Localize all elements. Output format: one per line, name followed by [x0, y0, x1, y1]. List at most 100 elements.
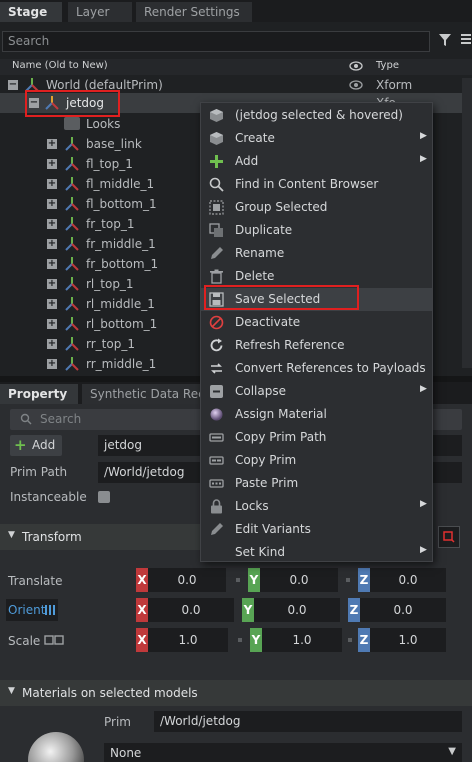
plus-icon	[210, 155, 223, 168]
menu-item-set-kind[interactable]: Set Kind ▶	[201, 541, 432, 564]
menu-item-label: Assign Material	[235, 407, 327, 421]
menu-item-duplicate[interactable]: Duplicate	[201, 219, 432, 242]
menu-item-paste-prim[interactable]: Paste Prim	[201, 472, 432, 495]
tab-property[interactable]: Property	[0, 384, 78, 404]
menu-item-refresh-reference[interactable]: Refresh Reference	[201, 334, 432, 357]
expand-toggle-icon[interactable]: +	[47, 259, 57, 269]
filter-icon[interactable]	[438, 32, 454, 50]
menu-item-add[interactable]: Add ▶	[201, 150, 432, 173]
tab-stage[interactable]: Stage	[0, 2, 62, 22]
scale-z-field[interactable]: 1.0	[370, 628, 446, 652]
menu-item-label: Copy Prim Path	[235, 430, 327, 444]
collapse-toggle-icon[interactable]: −	[8, 80, 18, 90]
y-axis-badge: Y	[242, 598, 254, 622]
menu-item-locks[interactable]: Locks ▶	[201, 495, 432, 518]
menu-item-create[interactable]: Create ▶	[201, 127, 432, 150]
tree-label: fl_top_1	[86, 157, 133, 171]
material-prim-field[interactable]: /World/jetdog	[154, 711, 462, 732]
menu-item-copy-prim-path[interactable]: Copy Prim Path	[201, 426, 432, 449]
orient-y-field[interactable]: 0.0	[254, 598, 340, 622]
menu-item-label: Set Kind	[235, 545, 285, 559]
cube-icon	[210, 132, 223, 145]
menu-item-collapse[interactable]: Collapse ▶	[201, 380, 432, 403]
collapse-arrow-icon: ▼	[8, 686, 15, 696]
orient-z-field[interactable]: 0.0	[360, 598, 446, 622]
collapse-arrow-icon: ▼	[8, 530, 15, 540]
expand-toggle-icon[interactable]: +	[47, 319, 57, 329]
translate-y-field[interactable]: 0.0	[260, 568, 338, 592]
menu-item-rename[interactable]: Rename	[201, 242, 432, 265]
lock-icon	[211, 499, 222, 514]
xform-icon	[65, 197, 79, 211]
menu-item-deactivate[interactable]: Deactivate	[201, 311, 432, 334]
translate-x-field[interactable]: 0.0	[148, 568, 226, 592]
expand-toggle-icon[interactable]: +	[47, 159, 57, 169]
transform-options-button[interactable]	[438, 526, 460, 548]
visibility-eye-icon[interactable]	[349, 60, 363, 75]
z-axis-badge: Z	[358, 628, 370, 652]
menu-item-find-in-content-browser[interactable]: Find in Content Browser	[201, 173, 432, 196]
tree-label: rl_bottom_1	[86, 317, 158, 331]
column-name-header[interactable]: Name (Old to New)	[12, 60, 108, 71]
tree-scrollbar[interactable]	[462, 78, 472, 368]
expand-toggle-icon[interactable]: +	[47, 179, 57, 189]
instanceable-checkbox[interactable]	[98, 491, 110, 503]
tree-label: fr_bottom_1	[86, 257, 159, 271]
menu-item-label: Add	[235, 154, 259, 168]
scale-x-field[interactable]: 1.0	[148, 628, 228, 652]
expand-toggle-icon[interactable]: +	[47, 299, 57, 309]
menu-item-edit-variants[interactable]: Edit Variants	[201, 518, 432, 541]
separator-dot	[236, 578, 240, 582]
material-prim-label: Prim	[104, 715, 131, 729]
group-icon	[209, 200, 224, 215]
tab-layer[interactable]: Layer	[68, 2, 132, 22]
expand-toggle-icon[interactable]: +	[47, 279, 57, 289]
menu-item-assign-material[interactable]: Assign Material	[201, 403, 432, 426]
column-type-header[interactable]: Type	[376, 60, 399, 71]
submenu-arrow-icon: ▶	[420, 131, 427, 141]
hamburger-menu-icon[interactable]	[460, 32, 472, 50]
search-placeholder: Search	[40, 412, 82, 426]
xform-icon	[65, 277, 79, 291]
pencil-icon	[211, 523, 223, 535]
expand-toggle-icon[interactable]: +	[47, 199, 57, 209]
expand-toggle-icon[interactable]: +	[47, 239, 57, 249]
menu-item-group-selected[interactable]: Group Selected	[201, 196, 432, 219]
expand-toggle-icon[interactable]: +	[47, 139, 57, 149]
tab-render-settings[interactable]: Render Settings	[136, 2, 252, 22]
expand-toggle-icon[interactable]: +	[47, 339, 57, 349]
expand-toggle-icon[interactable]: +	[47, 219, 57, 229]
prim-path-label: Prim Path	[10, 465, 68, 479]
stage-search-input[interactable]: Search	[2, 31, 430, 52]
x-axis-badge: X	[136, 628, 148, 652]
tab-synthetic-data-recorder[interactable]: Synthetic Data Reco	[82, 384, 200, 404]
trash-icon	[210, 269, 223, 284]
menu-item-convert-references[interactable]: Convert References to Payloads	[201, 357, 432, 380]
dropdown-arrow-icon: ▼	[448, 746, 456, 757]
tree-label: rr_top_1	[86, 337, 135, 351]
separator-dot	[346, 578, 350, 582]
material-select-value: None	[110, 746, 142, 760]
scale-y-field[interactable]: 1.0	[262, 628, 342, 652]
xform-icon	[65, 257, 79, 271]
expand-toggle-icon[interactable]: +	[47, 359, 57, 369]
orient-x-field[interactable]: 0.0	[148, 598, 234, 622]
bars-icon	[45, 605, 55, 615]
gizmo-icon	[443, 531, 455, 543]
menu-header-label: (jetdog selected & hovered)	[235, 108, 403, 122]
menu-item-copy-prim[interactable]: Copy Prim	[201, 449, 432, 472]
link-icon[interactable]	[44, 634, 64, 646]
copy-prim-icon	[209, 456, 224, 465]
collapse-icon	[210, 385, 223, 398]
materials-section-header[interactable]: ▼ Materials on selected models	[0, 680, 472, 706]
stage-column-header: Name (Old to New) Type	[0, 59, 472, 75]
add-button[interactable]: + Add	[10, 435, 62, 456]
menu-item-label: Rename	[235, 246, 285, 260]
translate-z-field[interactable]: 0.0	[370, 568, 446, 592]
duplicate-icon	[209, 223, 223, 237]
orient-mode-button[interactable]: Orient	[6, 599, 58, 621]
material-select[interactable]: None ▼	[104, 743, 462, 762]
highlight-box	[25, 90, 120, 117]
menu-header: (jetdog selected & hovered)	[201, 104, 432, 127]
visibility-eye-icon[interactable]	[349, 79, 363, 94]
